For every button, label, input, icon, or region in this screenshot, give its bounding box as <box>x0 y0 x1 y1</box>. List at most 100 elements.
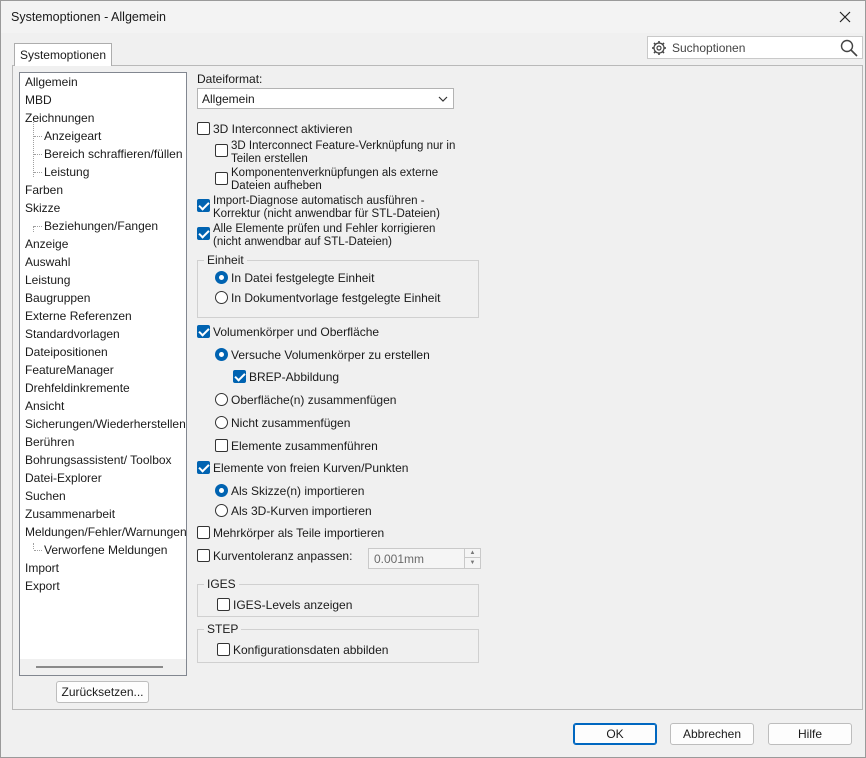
kurventoleranz-label: Kurventoleranz anpassen: <box>213 549 353 563</box>
einheit-vorlage-radio[interactable] <box>215 291 228 304</box>
elemente-pruefen-label-1: Alle Elemente prüfen und Fehler korrigie… <box>213 223 436 235</box>
freie-kurven-checkbox[interactable] <box>197 461 210 474</box>
window-title: Systemoptionen - Allgemein <box>11 10 166 24</box>
tree-item-ansicht[interactable]: Ansicht <box>25 397 64 415</box>
tree-item-baugruppen[interactable]: Baugruppen <box>25 289 90 307</box>
einheit-group: Einheit <box>197 253 479 318</box>
tree-item-mbd[interactable]: MBD <box>25 91 52 109</box>
reset-button[interactable]: Zurücksetzen... <box>56 681 149 703</box>
mehrkoerper-label: Mehrkörper als Teile importieren <box>213 526 385 540</box>
tree-horizontal-scrollbar[interactable] <box>20 659 186 675</box>
tree-item-zeichnungen[interactable]: Zeichnungen <box>25 109 94 127</box>
einheit-group-title: Einheit <box>204 253 247 267</box>
interconnect-checkbox[interactable] <box>197 122 210 135</box>
import-diagnose-label-1: Import-Diagnose automatisch ausführen - <box>213 195 425 207</box>
kurventoleranz-checkbox[interactable] <box>197 549 210 562</box>
kurventoleranz-value: 0.001mm <box>374 552 425 566</box>
einheit-datei-label: In Datei festgelegte Einheit <box>231 271 375 285</box>
oberflaeche-radio[interactable] <box>215 393 228 406</box>
einheit-datei-radio[interactable] <box>215 271 228 284</box>
konfigurationsdaten-checkbox[interactable] <box>217 643 230 656</box>
scrollbar-thumb[interactable] <box>36 666 163 668</box>
search-input[interactable]: Suchoptionen <box>672 41 745 55</box>
volumen-checkbox[interactable] <box>197 325 210 338</box>
tree-item-datei-explorer[interactable]: Datei-Explorer <box>25 469 102 487</box>
search-icon[interactable] <box>840 39 858 57</box>
gear-icon[interactable] <box>651 40 667 56</box>
tree-item-beziehungen[interactable]: Beziehungen/Fangen <box>44 217 158 235</box>
tree-item-zusammenarbeit[interactable]: Zusammenarbeit <box>25 505 115 523</box>
mehrkoerper-checkbox[interactable] <box>197 526 210 539</box>
tree-item-skizze[interactable]: Skizze <box>25 199 60 217</box>
brep-checkbox[interactable] <box>233 370 246 383</box>
interconnect-feature-checkbox[interactable] <box>215 144 228 157</box>
als-skizze-radio[interactable] <box>215 484 228 497</box>
cancel-button[interactable]: Abbrechen <box>670 723 754 745</box>
dateiformat-select[interactable]: Allgemein <box>197 88 454 109</box>
import-diagnose-label-2: Korrektur (nicht anwendbar für STL-Datei… <box>213 208 440 220</box>
tree-item-dateipositionen[interactable]: Dateipositionen <box>25 343 108 361</box>
tree-item-standardvorlagen[interactable]: Standardvorlagen <box>25 325 120 343</box>
kurventoleranz-stepper[interactable]: 0.001mm ▲ ▼ <box>368 548 481 569</box>
tree-item-auswahl[interactable]: Auswahl <box>25 253 70 271</box>
elemente-pruefen-checkbox[interactable] <box>197 227 210 240</box>
komponenten-label-2: Dateien aufheben <box>231 180 322 192</box>
als-3d-radio[interactable] <box>215 504 228 517</box>
elemente-zusammenfuehren-label: Elemente zusammenführen <box>231 439 378 453</box>
search-box[interactable]: Suchoptionen <box>647 36 863 59</box>
nicht-zusammenfuegen-radio[interactable] <box>215 416 228 429</box>
tree-item-sicherungen[interactable]: Sicherungen/Wiederherstellen <box>25 415 186 433</box>
tree-item-meldungen[interactable]: Meldungen/Fehler/Warnungen <box>25 523 186 541</box>
oberflaeche-label: Oberfläche(n) zusammenfügen <box>231 393 397 407</box>
ok-button[interactable]: OK <box>573 723 657 745</box>
freie-kurven-label: Elemente von freien Kurven/Punkten <box>213 461 409 475</box>
tree-item-import[interactable]: Import <box>25 559 59 577</box>
category-tree[interactable]: Allgemein MBD Zeichnungen Anzeigeart Ber… <box>19 72 187 676</box>
interconnect-label: 3D Interconnect aktivieren <box>213 122 353 136</box>
stepper-up-icon[interactable]: ▲ <box>465 549 480 558</box>
dialog-window: Systemoptionen - Allgemein Suchoptionen … <box>0 0 866 758</box>
cancel-button-label: Abbrechen <box>682 727 742 741</box>
tree-item-bohrungsassistent[interactable]: Bohrungsassistent/ Toolbox <box>25 451 172 469</box>
versuche-radio[interactable] <box>215 348 228 361</box>
dateiformat-value: Allgemein <box>202 92 255 106</box>
einheit-vorlage-label: In Dokumentvorlage festgelegte Einheit <box>231 291 441 305</box>
versuche-label: Versuche Volumenkörper zu erstellen <box>231 348 430 362</box>
tree-item-anzeigeart[interactable]: Anzeigeart <box>44 127 101 145</box>
tree-item-beruehren[interactable]: Berühren <box>25 433 74 451</box>
close-button[interactable] <box>825 1 865 33</box>
tree-item-allgemein[interactable]: Allgemein <box>25 73 78 91</box>
tree-item-anzeige[interactable]: Anzeige <box>25 235 68 253</box>
komponenten-checkbox[interactable] <box>215 172 228 185</box>
tab-label: Systemoptionen <box>19 48 107 62</box>
konfigurationsdaten-label: Konfigurationsdaten abbilden <box>233 643 389 657</box>
tree-item-bereich-schraffieren[interactable]: Bereich schraffieren/füllen <box>44 145 183 163</box>
elemente-pruefen-label-2: (nicht anwendbar auf STL-Dateien) <box>213 236 392 248</box>
title-bar: Systemoptionen - Allgemein <box>1 1 865 33</box>
tree-item-leistung[interactable]: Leistung <box>25 271 70 289</box>
tab-systemoptionen[interactable]: Systemoptionen <box>14 43 112 66</box>
tree-item-externe-referenzen[interactable]: Externe Referenzen <box>25 307 132 325</box>
close-icon <box>839 11 851 23</box>
tree-item-suchen[interactable]: Suchen <box>25 487 66 505</box>
elemente-zusammenfuehren-checkbox[interactable] <box>215 439 228 452</box>
tree-item-featuremanager[interactable]: FeatureManager <box>25 361 114 379</box>
tree-item-drehfeldinkremente[interactable]: Drehfeldinkremente <box>25 379 130 397</box>
import-diagnose-checkbox[interactable] <box>197 199 210 212</box>
komponenten-label-1: Komponentenverknüpfungen als externe <box>231 167 439 179</box>
help-button[interactable]: Hilfe <box>768 723 852 745</box>
ok-button-label: OK <box>606 727 624 741</box>
tree-item-farben[interactable]: Farben <box>25 181 63 199</box>
iges-levels-label: IGES-Levels anzeigen <box>233 598 353 612</box>
chevron-down-icon <box>438 96 448 102</box>
als-3d-label: Als 3D-Kurven importieren <box>231 504 372 518</box>
tree-item-export[interactable]: Export <box>25 577 60 595</box>
stepper-down-icon[interactable]: ▼ <box>465 558 480 567</box>
dateiformat-label: Dateiformat: <box>197 72 263 86</box>
iges-levels-checkbox[interactable] <box>217 598 230 611</box>
step-group-title: STEP <box>204 622 242 636</box>
tree-item-verworfene-meldungen[interactable]: Verworfene Meldungen <box>44 541 167 559</box>
nicht-zusammenfuegen-label: Nicht zusammenfügen <box>231 416 351 430</box>
volumen-label: Volumenkörper und Oberfläche <box>213 325 380 339</box>
tree-item-leistung-zeichnungen[interactable]: Leistung <box>44 163 89 181</box>
